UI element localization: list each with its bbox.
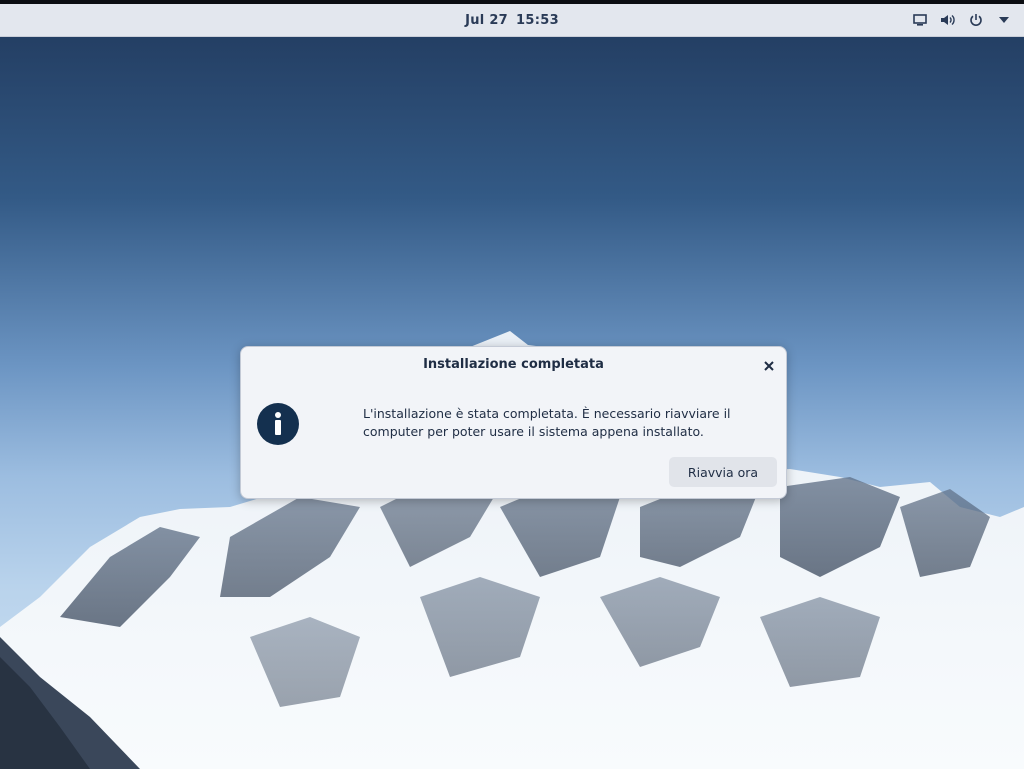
system-tray [912, 4, 1012, 36]
dialog-message: L'installazione è stata completata. È ne… [363, 406, 731, 439]
clock-time[interactable]: 15:53 [512, 13, 563, 28]
clock[interactable]: Jul 27 15:53 [0, 4, 1024, 36]
screen-icon[interactable] [912, 12, 928, 28]
close-icon [764, 361, 774, 371]
volume-icon[interactable] [940, 12, 956, 28]
menu-arrow-icon[interactable] [996, 12, 1012, 28]
desktop-screen: Jul 27 15:53 Installazione completata L'… [0, 0, 1024, 769]
close-button[interactable] [760, 357, 778, 375]
installation-complete-dialog: Installazione completata L'installazione… [240, 346, 787, 499]
power-icon[interactable] [968, 12, 984, 28]
clock-date[interactable]: Jul 27 [461, 13, 512, 28]
info-icon [257, 403, 299, 445]
top-bar: Jul 27 15:53 [0, 4, 1024, 37]
restart-now-button[interactable]: Riavvia ora [669, 457, 777, 487]
dialog-title: Installazione completata [423, 357, 604, 372]
